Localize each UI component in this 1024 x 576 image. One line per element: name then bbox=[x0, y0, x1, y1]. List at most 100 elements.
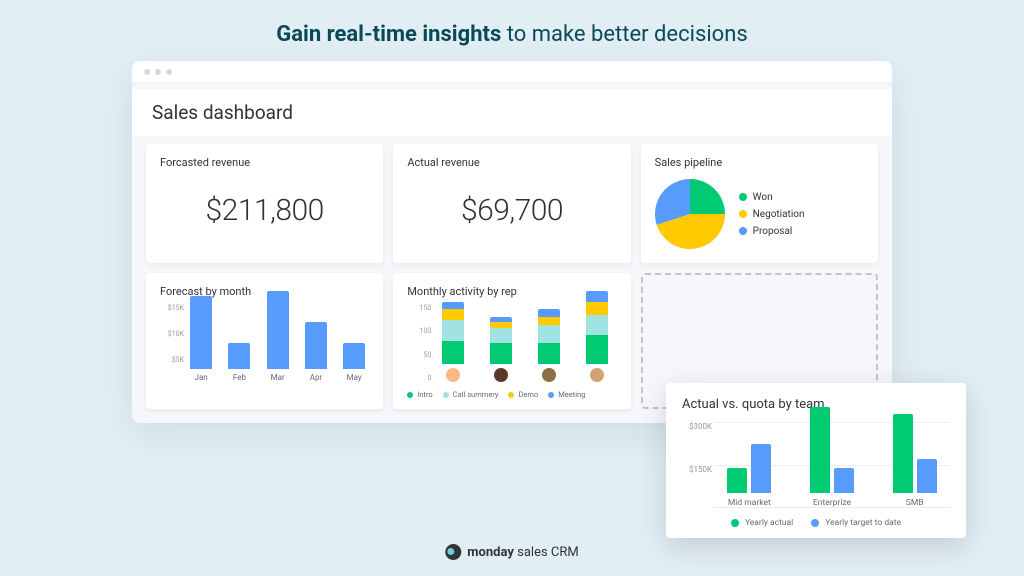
bar bbox=[267, 291, 289, 369]
bar-label: Mid market bbox=[728, 498, 771, 508]
actual-value: $69,700 bbox=[407, 175, 616, 238]
bar-label: Enterprize bbox=[813, 498, 851, 508]
bar-group: SMB bbox=[879, 407, 950, 508]
bar-segment bbox=[442, 320, 464, 341]
bar-segment bbox=[538, 343, 560, 364]
bar-segment bbox=[490, 343, 512, 364]
bar-column: Feb bbox=[224, 343, 254, 382]
bar-segment bbox=[442, 309, 464, 319]
app-body: Sales dashboard Forcasted revenue $211,8… bbox=[132, 83, 892, 423]
card-monthly-activity: Monthly activity by rep 150100500 IntroC… bbox=[393, 273, 630, 409]
legend-dot-icon bbox=[811, 519, 819, 527]
legend-item: Proposal bbox=[739, 226, 805, 237]
quota-legend: Yearly actual Yearly target to date bbox=[682, 518, 950, 528]
legend-label: Intro bbox=[417, 390, 432, 399]
bar bbox=[305, 322, 327, 369]
activity-stacked-chart: 150100500 bbox=[407, 304, 616, 382]
card-title: Forcasted revenue bbox=[160, 156, 369, 169]
headline: Gain real-time insights to make better d… bbox=[0, 0, 1024, 61]
bar-column: Mar bbox=[263, 291, 293, 382]
legend-dot-icon bbox=[739, 210, 747, 218]
bar-column: Jan bbox=[186, 296, 216, 382]
bar bbox=[810, 407, 830, 493]
bar bbox=[343, 343, 365, 369]
bar-label: May bbox=[347, 373, 362, 382]
bar bbox=[893, 414, 913, 493]
page-title: Sales dashboard bbox=[132, 89, 892, 136]
legend-item: Intro bbox=[407, 390, 432, 399]
bar-label: Feb bbox=[233, 373, 246, 382]
brand-bold: monday bbox=[467, 545, 514, 560]
bar-label: SMB bbox=[906, 498, 924, 508]
card-forecast-by-month: Forecast by month $15K$10K$5K JanFebMarA… bbox=[146, 273, 383, 409]
monday-logo-icon bbox=[445, 544, 461, 560]
bar-label: Mar bbox=[271, 373, 285, 382]
activity-legend: Intro Call summery Demo Meeting bbox=[407, 390, 616, 399]
window-dot bbox=[166, 69, 172, 75]
pie-chart-icon bbox=[655, 179, 725, 249]
forecasted-value: $211,800 bbox=[160, 175, 369, 238]
avatar-icon bbox=[494, 368, 508, 382]
bar bbox=[228, 343, 250, 369]
avatar-icon bbox=[446, 368, 460, 382]
card-actual-vs-quota: Actual vs. quota by team $300K$150K Mid … bbox=[666, 383, 966, 538]
pipeline-legend: Won Negotiation Proposal bbox=[739, 192, 805, 237]
avatar-icon bbox=[542, 368, 556, 382]
legend-label: Won bbox=[753, 192, 773, 203]
bar-segment bbox=[442, 341, 464, 364]
legend-label: Call summery bbox=[453, 390, 499, 399]
bar-label: Apr bbox=[310, 373, 322, 382]
card-forecasted-revenue: Forcasted revenue $211,800 bbox=[146, 144, 383, 263]
card-title: Sales pipeline bbox=[655, 156, 864, 169]
legend-item: Call summery bbox=[443, 390, 499, 399]
legend-item: Yearly actual bbox=[731, 518, 793, 528]
legend-item: Demo bbox=[508, 390, 538, 399]
bar-segment bbox=[538, 317, 560, 325]
dashboard-grid: Forcasted revenue $211,800 Actual revenu… bbox=[132, 144, 892, 409]
legend-dot-icon bbox=[731, 519, 739, 527]
bar-segment bbox=[442, 302, 464, 310]
legend-dot-icon bbox=[508, 392, 514, 398]
brand-rest: sales CRM bbox=[514, 545, 579, 560]
bar bbox=[834, 468, 854, 493]
legend-dot-icon bbox=[739, 227, 747, 235]
legend-label: Demo bbox=[518, 390, 538, 399]
bar-column bbox=[529, 309, 569, 382]
legend-label: Proposal bbox=[753, 226, 793, 237]
bar bbox=[727, 468, 747, 493]
bar-segment bbox=[586, 302, 608, 315]
bar-segment bbox=[586, 315, 608, 336]
bar bbox=[190, 296, 212, 369]
card-sales-pipeline: Sales pipeline Won Negotiation Proposal bbox=[641, 144, 878, 263]
brand-footer: monday sales CRM bbox=[445, 544, 578, 560]
legend-item: Won bbox=[739, 192, 805, 203]
bar-segment bbox=[538, 325, 560, 343]
window-dot bbox=[155, 69, 161, 75]
titlebar bbox=[132, 61, 892, 83]
bar-segment bbox=[490, 328, 512, 344]
legend-dot-icon bbox=[548, 392, 554, 398]
stacked-bar bbox=[442, 302, 464, 364]
bar-label: Jan bbox=[195, 373, 208, 382]
legend-item: Negotiation bbox=[739, 209, 805, 220]
bar-column bbox=[481, 317, 521, 382]
avatar-icon bbox=[590, 368, 604, 382]
legend-dot-icon bbox=[443, 392, 449, 398]
legend-label: Yearly target to date bbox=[825, 518, 901, 528]
legend-item: Yearly target to date bbox=[811, 518, 901, 528]
stacked-bar bbox=[586, 291, 608, 364]
bar-group: Enterprize bbox=[797, 407, 868, 508]
bar-column: Apr bbox=[301, 322, 331, 382]
legend-label: Meeting bbox=[558, 390, 585, 399]
bar-segment bbox=[586, 335, 608, 364]
card-title: Actual revenue bbox=[407, 156, 616, 169]
legend-label: Negotiation bbox=[753, 209, 805, 220]
bar-column bbox=[433, 302, 473, 382]
window-dot bbox=[144, 69, 150, 75]
app-window: Sales dashboard Forcasted revenue $211,8… bbox=[132, 61, 892, 423]
legend-label: Yearly actual bbox=[745, 518, 793, 528]
bar-segment bbox=[586, 291, 608, 301]
headline-rest: to make better decisions bbox=[501, 22, 747, 47]
bar-group: Mid market bbox=[714, 407, 785, 508]
bar bbox=[917, 459, 937, 493]
